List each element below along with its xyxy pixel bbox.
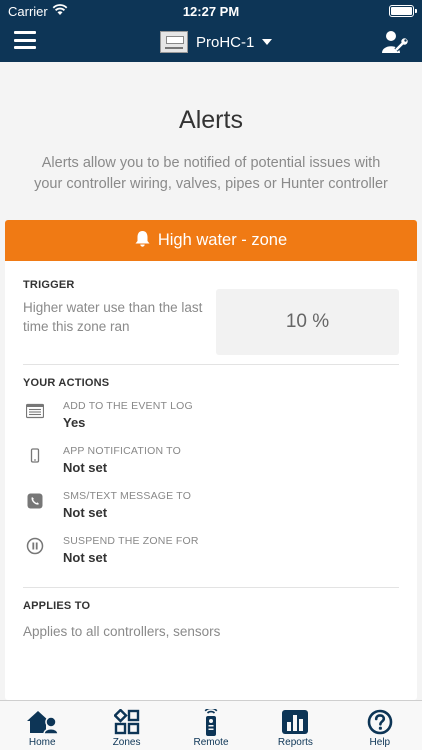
actions-section: YOUR ACTIONS ADD TO THE EVENT LOG Yes AP… bbox=[23, 365, 399, 588]
home-icon bbox=[25, 709, 59, 740]
alert-title: High water - zone bbox=[157, 231, 288, 249]
bell-icon bbox=[135, 230, 150, 252]
page-title: Alerts bbox=[179, 106, 243, 134]
action-label: SMS/TEXT MESSAGE TO bbox=[63, 490, 192, 502]
trigger-heading: TRIGGER bbox=[23, 279, 75, 291]
trigger-description: Higher water use than the last time this… bbox=[23, 300, 203, 334]
phone-icon bbox=[26, 447, 44, 465]
tab-label: Zones bbox=[112, 737, 141, 748]
main-content: Alerts Alerts allow you to be notified o… bbox=[0, 62, 422, 700]
menu-icon[interactable] bbox=[14, 31, 36, 51]
zones-icon bbox=[112, 708, 140, 740]
tab-remote[interactable]: Remote bbox=[169, 701, 253, 750]
page-description: Alerts allow you to be notified of poten… bbox=[34, 155, 388, 192]
trigger-section: TRIGGER Higher water use than the last t… bbox=[23, 261, 399, 365]
reports-icon bbox=[281, 709, 309, 740]
tab-help[interactable]: Help bbox=[338, 701, 422, 750]
help-icon bbox=[367, 709, 393, 740]
action-value: Yes bbox=[63, 415, 86, 430]
applies-to-section: APPLIES TO Applies to all controllers, s… bbox=[23, 588, 399, 678]
nav-bar: ProHC-1 bbox=[0, 22, 422, 62]
applies-to-description[interactable]: Applies to all controllers, sensors bbox=[23, 624, 220, 639]
tab-home[interactable]: Home bbox=[0, 701, 84, 750]
sms-icon bbox=[26, 492, 44, 510]
applies-to-heading: APPLIES TO bbox=[23, 600, 91, 612]
trigger-threshold-value[interactable]: 10 % bbox=[216, 289, 399, 355]
tab-label: Reports bbox=[277, 737, 313, 748]
alert-card: High water - zone TRIGGER Higher water u… bbox=[5, 220, 417, 700]
controller-thumbnail-icon bbox=[160, 31, 188, 53]
action-label: ADD TO THE EVENT LOG bbox=[63, 400, 193, 412]
action-sms[interactable]: SMS/TEXT MESSAGE TO Not set bbox=[23, 490, 399, 530]
tab-label: Remote bbox=[193, 737, 229, 748]
controller-selector[interactable]: ProHC-1 bbox=[160, 28, 273, 56]
action-value: Not set bbox=[63, 505, 108, 520]
alert-header[interactable]: High water - zone bbox=[5, 220, 417, 261]
clock: 12:27 PM bbox=[182, 4, 240, 19]
action-event-log[interactable]: ADD TO THE EVENT LOG Yes bbox=[23, 400, 399, 440]
tab-reports[interactable]: Reports bbox=[253, 701, 337, 750]
action-value: Not set bbox=[63, 550, 108, 565]
action-label: SUSPEND THE ZONE FOR bbox=[63, 535, 199, 547]
event-log-icon bbox=[25, 402, 45, 420]
status-bar: Carrier 12:27 PM bbox=[0, 0, 422, 22]
pause-icon bbox=[26, 537, 44, 555]
tab-bar: Home Zones Remote Reports Help bbox=[0, 700, 422, 750]
tab-zones[interactable]: Zones bbox=[84, 701, 168, 750]
battery-icon bbox=[389, 5, 417, 17]
chevron-down-icon bbox=[262, 39, 273, 45]
action-suspend-zone[interactable]: SUSPEND THE ZONE FOR Not set bbox=[23, 535, 399, 575]
action-value: Not set bbox=[63, 460, 108, 475]
tab-label: Home bbox=[28, 737, 56, 748]
action-app-notification[interactable]: APP NOTIFICATION TO Not set bbox=[23, 445, 399, 485]
actions-heading: YOUR ACTIONS bbox=[23, 377, 110, 389]
controller-name: ProHC-1 bbox=[196, 33, 255, 51]
action-label: APP NOTIFICATION TO bbox=[63, 445, 181, 457]
tab-label: Help bbox=[369, 737, 391, 748]
user-settings-icon[interactable] bbox=[382, 29, 408, 60]
